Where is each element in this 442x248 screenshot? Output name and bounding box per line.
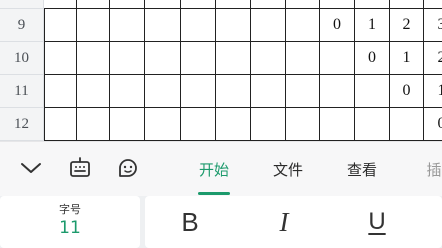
- grid-cell[interactable]: [320, 0, 355, 9]
- tab-start[interactable]: 开始: [186, 142, 242, 197]
- grid-cell[interactable]: [251, 108, 286, 141]
- grid-cell[interactable]: 0: [355, 42, 390, 75]
- row-header[interactable]: 9: [0, 9, 44, 42]
- grid-cell[interactable]: [145, 0, 181, 9]
- grid-cell[interactable]: 0: [424, 108, 442, 141]
- row-header[interactable]: 10: [0, 42, 44, 75]
- grid-cell[interactable]: [216, 108, 251, 141]
- grid-cell[interactable]: [286, 9, 320, 42]
- grid-cell[interactable]: [355, 108, 390, 141]
- italic-button[interactable]: I: [259, 196, 309, 248]
- bold-button[interactable]: B: [165, 196, 215, 248]
- grid-cell[interactable]: [216, 75, 251, 108]
- grid-cell[interactable]: [77, 9, 110, 42]
- grid-cell[interactable]: [77, 42, 110, 75]
- tab-insert[interactable]: 插: [414, 142, 442, 197]
- grid-cell[interactable]: [251, 75, 286, 108]
- grid-cell[interactable]: [110, 42, 145, 75]
- grid-cell[interactable]: [286, 75, 320, 108]
- grid-cell[interactable]: [44, 108, 77, 141]
- grid-cell[interactable]: 1: [390, 42, 424, 75]
- grid-cell[interactable]: [77, 108, 110, 141]
- grid-cell[interactable]: 2: [424, 42, 442, 75]
- grid-cell[interactable]: [44, 9, 77, 42]
- grid-cell[interactable]: [110, 75, 145, 108]
- row-header[interactable]: 11: [0, 75, 44, 108]
- tab-label: 插: [426, 161, 442, 179]
- font-size-label: 字号: [59, 203, 81, 216]
- grid-cell[interactable]: [286, 42, 320, 75]
- grid-cell[interactable]: 3: [424, 9, 442, 42]
- grid-cell[interactable]: [355, 75, 390, 108]
- grid-cell[interactable]: [145, 9, 181, 42]
- active-tab-indicator: [198, 192, 230, 195]
- grid-cell[interactable]: [110, 108, 145, 141]
- assistant-icon[interactable]: [114, 154, 142, 182]
- grid-cell[interactable]: 1: [424, 75, 442, 108]
- tab-label: 文件: [272, 161, 303, 179]
- grid-cell[interactable]: [44, 0, 77, 9]
- grid-cell[interactable]: [77, 75, 110, 108]
- grid-cell[interactable]: [320, 108, 355, 141]
- row-header[interactable]: [0, 0, 44, 9]
- grid-cell[interactable]: [145, 75, 181, 108]
- text-style-card: B I U: [145, 196, 442, 248]
- grid-cell[interactable]: [181, 108, 216, 141]
- grid-cell[interactable]: 0: [390, 75, 424, 108]
- chevron-down-icon[interactable]: [17, 154, 45, 182]
- grid-cell[interactable]: [320, 75, 355, 108]
- font-size-card[interactable]: 字号 11: [0, 196, 140, 248]
- grid-cell[interactable]: [110, 9, 145, 42]
- underline-button[interactable]: U: [352, 196, 402, 248]
- grid-cell[interactable]: [77, 0, 110, 9]
- grid-cell[interactable]: [286, 0, 320, 9]
- grid-cell[interactable]: [390, 0, 424, 9]
- grid-cell[interactable]: [216, 0, 251, 9]
- grid-cell[interactable]: [251, 42, 286, 75]
- grid-cell[interactable]: [216, 42, 251, 75]
- format-panel: 字号 11 B I U: [0, 196, 442, 248]
- keyboard-icon[interactable]: [66, 154, 94, 182]
- font-size-value: 11: [59, 218, 81, 238]
- grid-cell[interactable]: [320, 42, 355, 75]
- tab-label: 开始: [198, 161, 229, 179]
- grid-cell[interactable]: 1: [355, 9, 390, 42]
- grid-cell[interactable]: [251, 0, 286, 9]
- grid-cell[interactable]: [181, 9, 216, 42]
- grid-cell[interactable]: 0: [320, 9, 355, 42]
- grid-cell[interactable]: [145, 42, 181, 75]
- grid-cell[interactable]: [355, 0, 390, 9]
- grid-cell[interactable]: [110, 0, 145, 9]
- tab-view[interactable]: 查看: [334, 142, 390, 197]
- grid-cell[interactable]: [286, 108, 320, 141]
- grid-cell[interactable]: [181, 42, 216, 75]
- grid-cell[interactable]: [251, 9, 286, 42]
- grid-cell[interactable]: [145, 108, 181, 141]
- row-header[interactable]: 12: [0, 108, 44, 141]
- grid-cell[interactable]: [44, 75, 77, 108]
- grid-cell[interactable]: [44, 42, 77, 75]
- grid-cell[interactable]: [181, 0, 216, 9]
- toolbar: 开始 文件 查看 插: [0, 141, 442, 196]
- grid-cell[interactable]: [390, 108, 424, 141]
- spreadsheet-grid: 9 0 1 2 3 10 0 1 2 11 0 1 12 0: [0, 0, 442, 141]
- grid-cell[interactable]: [216, 9, 251, 42]
- grid-cell[interactable]: [181, 75, 216, 108]
- grid-cell[interactable]: 2: [390, 9, 424, 42]
- tab-label: 查看: [346, 161, 377, 179]
- tab-file[interactable]: 文件: [260, 142, 316, 197]
- grid-cell[interactable]: [424, 0, 442, 9]
